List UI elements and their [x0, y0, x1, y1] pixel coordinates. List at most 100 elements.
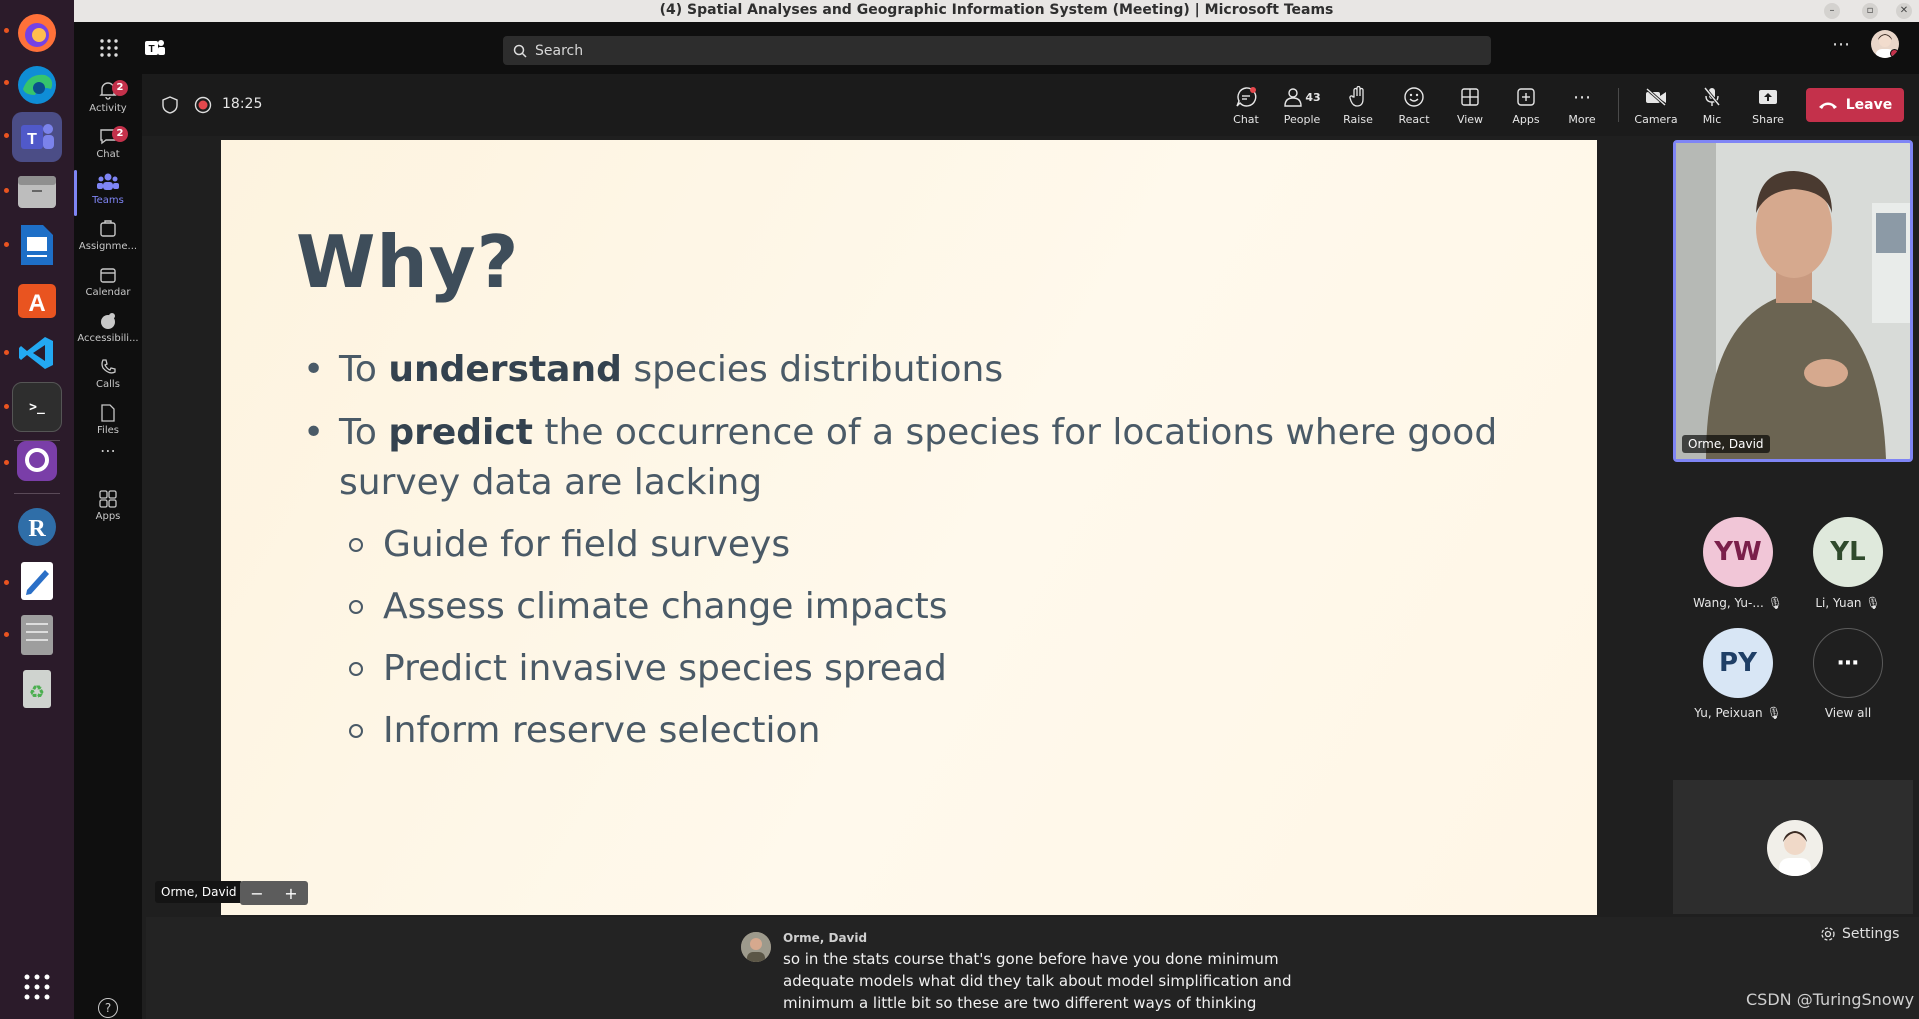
svg-text:♻: ♻: [29, 682, 45, 703]
edge-icon[interactable]: [12, 60, 62, 110]
terminal-icon[interactable]: >_: [12, 382, 62, 432]
rail-item-apps[interactable]: Apps: [74, 482, 142, 536]
search-input[interactable]: Search: [503, 36, 1491, 65]
sub-bullet-ring: [349, 538, 363, 552]
running-indicator: [4, 80, 9, 85]
slide-sub-bullet: Predict invasive species spread: [349, 644, 947, 694]
toolbar-divider: [1618, 88, 1619, 122]
window-title: (4) Spatial Analyses and Geographic Info…: [659, 2, 1334, 18]
rail-label: Calendar: [85, 287, 131, 298]
hand-icon: [1349, 86, 1364, 107]
mic-off-icon: 🎙︎: [1767, 596, 1783, 610]
view-all-button[interactable]: ⋯: [1813, 628, 1883, 698]
shared-slide: Why? • To understand species distributio…: [221, 140, 1597, 915]
files-icon[interactable]: [12, 166, 62, 216]
svg-text:T: T: [27, 131, 37, 148]
r-icon[interactable]: R: [12, 502, 62, 552]
svg-text:A: A: [28, 290, 45, 317]
phone-icon: [101, 359, 116, 374]
participant-avatar[interactable]: PY: [1703, 628, 1773, 698]
caption-speaker-name: Orme, David: [783, 931, 868, 945]
bullet-text: To: [339, 412, 389, 453]
more-button[interactable]: ⋯ More: [1554, 84, 1610, 127]
software-center-icon[interactable]: A: [12, 274, 62, 324]
presenter-name-tag: Orme, David: [155, 881, 243, 903]
teams-left-rail: Activity 2 Chat 2 Teams Assignme... Cale…: [74, 74, 142, 1019]
mic-off-icon: 🎙︎: [1766, 706, 1782, 720]
participant-name: Li, Yuan 🎙︎: [1793, 596, 1903, 610]
raise-hand-button[interactable]: Raise: [1330, 84, 1386, 126]
zoom-in-button[interactable]: +: [284, 884, 297, 903]
mic-off-icon: 🎙︎: [1865, 596, 1881, 610]
firefox-icon[interactable]: [12, 8, 62, 58]
teams-icon[interactable]: T: [12, 112, 62, 162]
zoom-out-button[interactable]: −: [250, 884, 263, 903]
toolbar-label: People: [1283, 113, 1321, 126]
toolbar-label: More: [1568, 113, 1596, 126]
bullet-text: species distributions: [621, 349, 1004, 390]
people-count: 43: [1305, 90, 1321, 104]
more-options-icon[interactable]: ⋯: [1832, 34, 1850, 55]
speaker-video[interactable]: Orme, David: [1673, 140, 1913, 462]
rail-label: Assignme...: [78, 241, 138, 252]
text-editor-icon[interactable]: [12, 556, 62, 606]
avatar-initials: PY: [1719, 648, 1757, 678]
app-launcher-icon[interactable]: [99, 38, 119, 62]
bullet-dot: •: [303, 349, 325, 390]
leave-button[interactable]: Leave: [1806, 88, 1904, 122]
recording-icon: [194, 96, 212, 118]
apps-button[interactable]: Apps: [1498, 84, 1554, 126]
rail-more-button[interactable]: ⋯: [74, 440, 142, 464]
self-view[interactable]: [1673, 780, 1913, 914]
sub-bullet-ring: [349, 724, 363, 738]
participant-name: Wang, Yu-... 🎙︎: [1683, 596, 1793, 610]
view-button[interactable]: View: [1442, 84, 1498, 126]
caption-line: so in the stats course that's gone befor…: [783, 950, 1279, 968]
self-avatar: [1767, 820, 1823, 876]
github-icon[interactable]: [12, 436, 62, 486]
vscode-icon[interactable]: [12, 328, 62, 378]
chat-button[interactable]: Chat: [1218, 84, 1274, 126]
share-button[interactable]: Share: [1740, 84, 1796, 126]
people-button[interactable]: 43 People: [1274, 84, 1330, 126]
mic-off-icon: [1703, 87, 1721, 106]
help-icon[interactable]: ?: [98, 998, 118, 1018]
running-indicator: [4, 460, 9, 465]
writer-icon[interactable]: [12, 220, 62, 270]
slide-sub-bullet: Guide for field surveys: [349, 520, 790, 570]
sub-bullet-ring: [349, 662, 363, 676]
spreadsheet-icon[interactable]: [12, 610, 62, 660]
participant-avatar[interactable]: YL: [1813, 517, 1883, 587]
react-button[interactable]: React: [1386, 84, 1442, 126]
participant-name-text: Yu, Peixuan: [1694, 706, 1763, 720]
running-indicator: [4, 580, 9, 585]
bullet-dot: •: [303, 412, 325, 453]
rail-label: Apps: [95, 511, 121, 522]
zoom-control: − +: [240, 881, 308, 905]
captions-settings-button[interactable]: Settings: [1820, 926, 1899, 942]
hang-up-icon: [1818, 102, 1837, 109]
toolbar-label: Raise: [1343, 113, 1373, 126]
ubuntu-dock: T A >_ R ♻: [0, 0, 74, 1019]
speaker-video-frame: [1676, 143, 1910, 459]
mic-button[interactable]: Mic: [1684, 84, 1740, 126]
running-indicator: [4, 350, 9, 355]
notification-badge: 2: [112, 126, 128, 142]
close-icon[interactable]: ✕: [1896, 3, 1912, 19]
bullet-emphasis: predict: [388, 412, 533, 453]
assignments-icon: [100, 220, 116, 237]
bullet-text: To: [339, 349, 389, 390]
svg-text:R: R: [28, 516, 46, 542]
camera-button[interactable]: Camera: [1628, 84, 1684, 126]
caption-line: adequate models what did they talk about…: [783, 972, 1292, 990]
participant-avatar[interactable]: YW: [1703, 517, 1773, 587]
rail-label: Accessibili...: [77, 333, 139, 344]
show-apps-icon[interactable]: [12, 964, 62, 1010]
avatar[interactable]: [1871, 30, 1899, 58]
trash-icon[interactable]: ♻: [12, 664, 62, 714]
running-indicator: [4, 188, 9, 193]
notification-badge: 2: [112, 80, 128, 96]
running-indicator: [4, 133, 9, 138]
minimize-icon[interactable]: –: [1824, 3, 1840, 19]
maximize-icon[interactable]: ▫: [1862, 3, 1878, 19]
